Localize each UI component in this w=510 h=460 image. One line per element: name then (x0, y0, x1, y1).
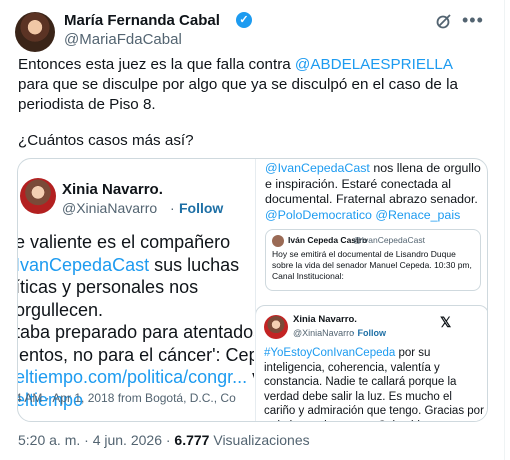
card2-avatar (264, 315, 288, 339)
grok-icon[interactable] (435, 12, 453, 30)
quoted-line: íticas y personales nos (18, 277, 199, 297)
card1-handle: @IvanCepedaCast (353, 235, 425, 245)
card2-text: #YoEstoyConIvanCepeda por su inteligenci… (264, 347, 484, 421)
tweet-question: ¿Cuántos casos más así? (18, 132, 194, 149)
tweet-text-suffix: para que se disculpe por algo que ya se … (18, 76, 458, 113)
media-image[interactable]: Xinia Navarro. @XiniaNavarro · Follow e … (17, 158, 488, 422)
tweet-footer: 5:20 a. m. · 4 jun. 2026 · 6.777 Visuali… (18, 432, 310, 448)
quoted-line: lentos, no para el cáncer': Cepe (18, 344, 254, 365)
quoted-handle: @XiniaNavarro (62, 200, 158, 216)
card2-follow: · Follow (352, 328, 387, 338)
quoted-line: eltiempo.com/politica/congr... ví (18, 367, 254, 387)
tweet-text: Entonces esta juez es la que falla contr… (18, 55, 482, 115)
quoted-line: e valiente es el compañero (18, 232, 231, 252)
x-logo-icon: 𝕏 (440, 314, 452, 330)
follow-label: Follow (179, 200, 224, 216)
quoted-meta: 4 AM · Apr 1, 2018 from Bogotá, D.C., Co (18, 391, 236, 405)
card1-avatar (272, 235, 284, 247)
embedded-tweet-card: Xinia Navarro. @XiniaNavarro · Follow 𝕏 … (256, 305, 487, 421)
views-label: Visualizaciones (209, 432, 310, 448)
quoted-line: taba preparado para atentados (18, 322, 254, 342)
tweet-card: María Fernanda Cabal ✓ @MariaFdaCabal ••… (0, 0, 504, 460)
timestamp[interactable]: 5:20 a. m. · 4 jun. 2026 · (18, 432, 174, 448)
media-left-screenshot: Xinia Navarro. @XiniaNavarro · Follow e … (18, 159, 254, 421)
tweet-text-prefix: Entonces esta juez es la que falla contr… (18, 56, 295, 73)
verified-badge-icon: ✓ (236, 12, 252, 28)
quoted-avatar (20, 178, 56, 214)
quoted-body: e valiente es el compañero IvanCepedaCas… (18, 231, 254, 411)
quoted-line: orgullecen. (18, 299, 104, 320)
quoted-line: IvanCepedaCast sus luchas (18, 254, 240, 275)
media-right-screenshot: @IvanCepedaCast nos llena de orgullo e i… (255, 159, 487, 421)
card2-name: Xinia Navarro. (293, 314, 357, 325)
author-avatar[interactable] (15, 12, 55, 52)
author-handle[interactable]: @MariaFdaCabal (64, 31, 182, 48)
embedded-quote-card: Iván Cepeda Castro @IvanCepedaCast Hoy s… (265, 229, 481, 291)
divider (504, 0, 505, 460)
more-icon[interactable]: ••• (462, 10, 484, 31)
author-name[interactable]: María Fernanda Cabal (64, 12, 220, 29)
view-count: 6.777 (174, 432, 210, 448)
card2-handle: @XiniaNavarro (293, 328, 355, 338)
separator-dot: · (170, 200, 175, 216)
mention-link[interactable]: @ABDELAESPRIELLA (295, 56, 452, 73)
quoted-name: Xinia Navarro. (62, 181, 163, 198)
card1-text: Hoy se emitirá el documental de Lisandro… (272, 249, 472, 281)
right-top-text: @IvanCepedaCast nos llena de orgullo e i… (265, 161, 481, 222)
